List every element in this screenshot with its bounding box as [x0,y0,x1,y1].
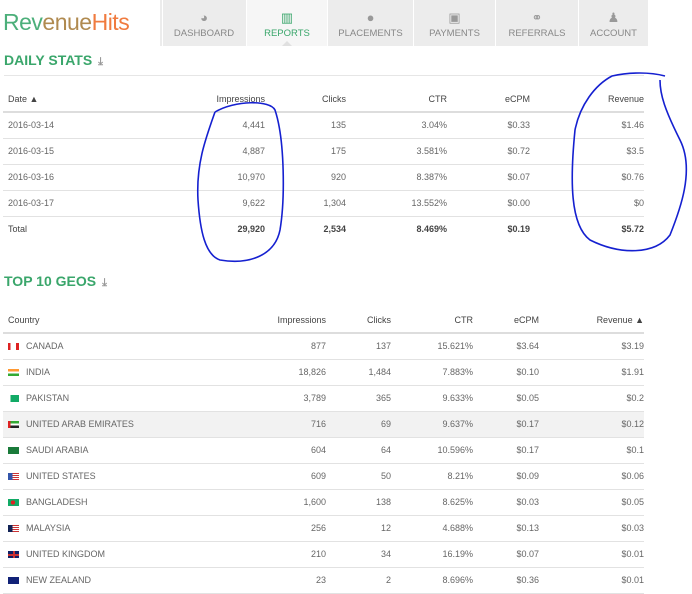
handwritten-annotation [196,72,688,262]
